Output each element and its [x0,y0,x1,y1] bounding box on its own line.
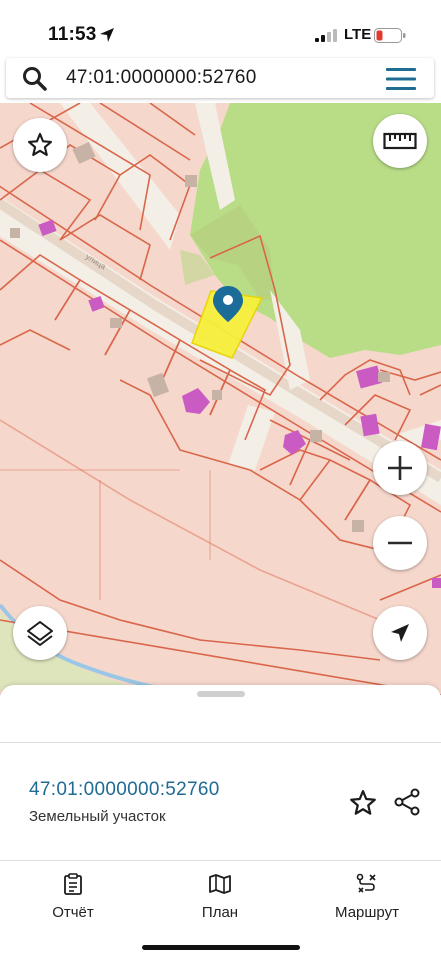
tab-plan-label: План [201,904,239,921]
sheet-drag-handle[interactable] [197,691,245,697]
my-location-button[interactable] [373,606,427,660]
parcel-info-sheet[interactable]: 47:01:0000000:52760 Земельный участок От… [0,685,441,960]
share-icon[interactable] [392,787,422,817]
network-type: LTE [344,26,372,43]
minus-icon [388,541,412,545]
layers-button[interactable] [13,606,67,660]
route-icon [356,873,376,893]
zoom-in-button[interactable] [373,441,427,495]
cadastral-map[interactable]: улица [0,103,441,695]
search-bar[interactable]: 47:01:0000000:52760 [6,58,434,98]
location-arrow-icon [100,28,114,42]
cadastral-number-link[interactable]: 47:01:0000000:52760 [29,779,220,801]
search-icon[interactable] [22,66,48,92]
status-bar: 11:53 LTE [0,0,441,58]
star-icon [27,132,53,156]
tab-report[interactable]: Отчёт [23,873,123,921]
map-view[interactable]: улица [0,103,441,695]
divider [0,860,441,861]
tab-route-label: Маршрут [335,904,399,921]
signal-icon [315,29,337,42]
navigation-arrow-icon [391,624,409,642]
zoom-out-button[interactable] [373,516,427,570]
favorite-button[interactable] [13,118,67,172]
tab-report-label: Отчёт [52,904,94,921]
star-icon[interactable] [348,788,378,818]
status-time: 11:53 [48,24,97,45]
tab-route[interactable]: Маршрут [317,873,417,921]
layers-icon [27,621,53,646]
ruler-button[interactable] [373,114,427,168]
home-indicator[interactable] [142,945,300,950]
hamburger-menu-icon[interactable] [384,67,418,91]
ruler-icon [383,132,417,150]
map-icon [209,874,231,894]
search-input[interactable]: 47:01:0000000:52760 [66,67,257,89]
divider [0,742,441,743]
battery-icon [374,28,406,43]
property-type: Земельный участок [29,808,166,825]
clipboard-icon [64,873,82,895]
plus-icon [388,456,412,480]
tab-plan[interactable]: План [170,873,270,921]
